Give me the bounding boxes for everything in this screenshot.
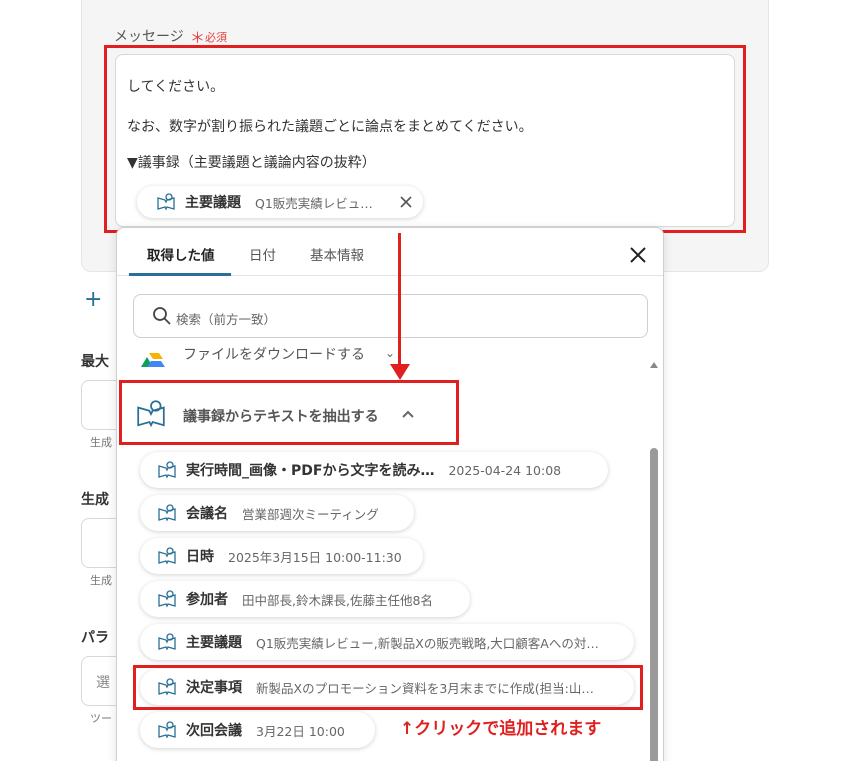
search-input[interactable]: 検索（前方一致） xyxy=(133,294,648,338)
item-name: 参加者 xyxy=(186,592,228,608)
annotation-text: ↑クリックで追加されます xyxy=(400,719,602,739)
book-icon xyxy=(156,719,178,741)
side-help-2: 生成 xyxy=(90,574,112,587)
item-highlight-box xyxy=(133,665,643,710)
download-file-row[interactable]: ファイルをダウンロードする xyxy=(183,344,365,364)
item-value: 2025-04-24 10:08 xyxy=(448,462,562,478)
item-name: 次回会議 xyxy=(186,723,242,739)
list-item[interactable]: 会議名 営業部週次ミーティング xyxy=(140,495,414,531)
scrollbar-thumb[interactable] xyxy=(650,448,658,761)
side-label-1: 最大 xyxy=(81,354,109,370)
item-name: 日時 xyxy=(186,549,214,565)
list-item[interactable]: 次回会議 3月22日 10:00 xyxy=(140,712,375,748)
scroll-up-arrow[interactable] xyxy=(650,362,658,368)
google-drive-icon xyxy=(137,352,165,371)
item-value: Q1販売実績レビュー,新製品Xの販売戦略,大口顧客Aへの対… xyxy=(256,635,599,651)
book-icon xyxy=(156,502,178,524)
book-icon xyxy=(156,588,178,610)
message-highlight-box xyxy=(104,45,746,233)
book-icon xyxy=(156,545,178,567)
side-help-1: 生成 xyxy=(90,436,112,449)
list-item[interactable]: 日時 2025年3月15日 10:00-11:30 xyxy=(140,538,423,574)
list-item[interactable]: 実行時間_画像・PDFから文字を読み… 2025-04-24 10:08 xyxy=(140,452,608,488)
tab-underline xyxy=(129,273,231,276)
side-help-3: ツー xyxy=(90,712,112,725)
tab-basic-info[interactable]: 基本情報 xyxy=(310,244,364,264)
item-value: 2025年3月15日 10:00-11:30 xyxy=(228,549,402,565)
search-icon xyxy=(152,306,172,330)
item-value: 田中部長,鈴木課長,佐藤主任他8名 xyxy=(242,592,433,608)
book-icon xyxy=(156,631,178,653)
side-label-2: 生成 xyxy=(81,492,109,508)
close-icon[interactable] xyxy=(627,244,649,266)
list-item[interactable]: 参加者 田中部長,鈴木課長,佐藤主任他8名 xyxy=(140,581,470,617)
book-icon xyxy=(156,459,178,481)
annotation-arrow-head xyxy=(390,364,410,380)
item-name: 実行時間_画像・PDFから文字を読み… xyxy=(186,463,435,479)
required-text: 必須 xyxy=(205,31,227,44)
item-name: 会議名 xyxy=(186,506,228,522)
chevron-down-icon[interactable]: ⌄ xyxy=(385,346,395,360)
add-icon[interactable]: + xyxy=(84,287,102,312)
item-value: 営業部週次ミーティング xyxy=(242,506,379,522)
annotation-arrow-line xyxy=(398,233,401,368)
side-select-text: 選 xyxy=(96,675,110,691)
tab-date[interactable]: 日付 xyxy=(249,244,276,264)
tab-acquired-values[interactable]: 取得した値 xyxy=(147,244,215,264)
item-value: 3月22日 10:00 xyxy=(256,723,345,739)
search-placeholder: 検索（前方一致） xyxy=(176,312,277,327)
message-label: メッセージ xyxy=(114,29,184,45)
side-label-3: パラ xyxy=(81,630,109,646)
page: メッセージ ＊ 必須 してください。 なお、数字が割り振られた議題ごとに論点をま… xyxy=(0,0,843,761)
item-name: 主要議題 xyxy=(186,635,242,651)
list-item[interactable]: 主要議題 Q1販売実績レビュー,新製品Xの販売戦略,大口顧客Aへの対… xyxy=(140,624,634,660)
tab-bar: 取得した値 日付 基本情報 xyxy=(117,228,663,276)
group-highlight-box xyxy=(119,380,459,445)
